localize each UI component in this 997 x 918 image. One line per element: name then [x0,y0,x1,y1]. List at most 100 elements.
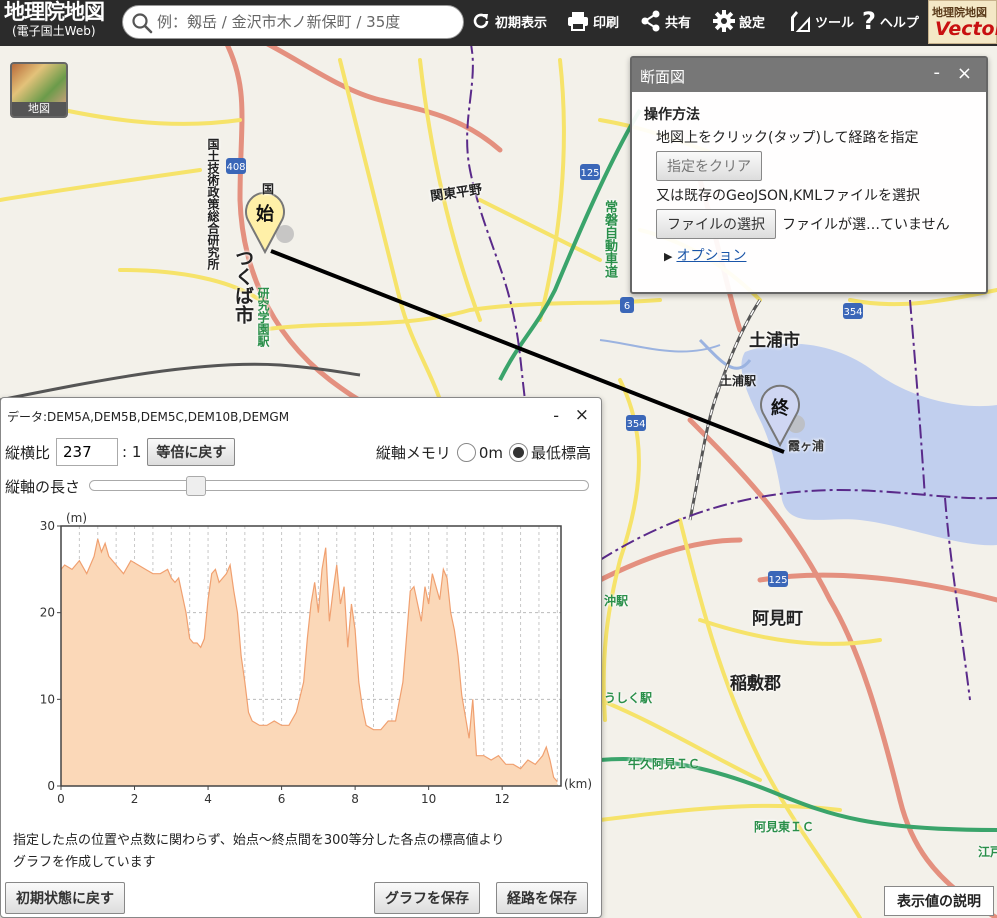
aspect-ratio-suffix: : 1 [122,443,142,461]
memory-min-radio[interactable] [508,443,528,462]
profile-close-button[interactable]: × [957,63,972,84]
app-logo[interactable]: 地理院地図 (電子国土Web) [4,2,116,44]
aspect-ratio-input[interactable] [56,438,119,466]
label-tsuchiura-station: 土浦駅 [720,374,757,388]
y-axis-unit: (m) [66,511,87,525]
elevation-graph-panel: データ:DEM5A,DEM5B,DEM5C,DEM10B,DEMGM - × 縦… [0,397,602,918]
print-button[interactable]: 印刷 [566,0,619,42]
vector-brand-button[interactable]: 地理院地図 Vector [928,0,997,44]
profile-panel: 断面図 - × 操作方法 地図上をクリック(タップ)して経路を指定 指定をクリア… [630,56,988,294]
tools-button[interactable]: ツール [788,0,854,42]
top-toolbar: 地理院地図 (電子国土Web) 初期表示 印刷 共有 [0,0,997,46]
elevation-chart-svg: 0 10 20 30 0 2 4 6 8 10 12 (m) (km) [40,511,592,806]
gear-icon [713,10,735,32]
help-label: ヘルプ [879,15,919,31]
elevation-chart: 0 10 20 30 0 2 4 6 8 10 12 (m) (km) [31,510,596,814]
share-button[interactable]: 共有 [640,0,691,42]
caret-right-icon: ▶ [664,250,673,263]
route-125b-label: 125 [768,575,787,586]
options-link[interactable]: オプション [676,248,746,264]
operation-heading: 操作方法 [644,107,700,123]
y-tick-label: 0 [47,779,55,793]
axis-length-label: 縦軸の長さ [5,478,81,496]
profile-minimize-button[interactable]: - [934,62,941,83]
memory-min-label: 最低標高 [530,444,591,462]
reset-view-button[interactable]: 初期表示 [470,0,547,42]
file-status-text: ファイルが選…ていません [782,217,950,233]
label-ami-town: 阿見町 [752,609,803,629]
reset-view-label: 初期表示 [495,15,548,31]
graph-note: 指定した点の位置や点数に関わらず、始点～終点間を300等分した各点の標高値より … [13,830,603,874]
label-amihigashi-ic: 阿見東ＩＣ [754,820,815,834]
ratio-reset-button[interactable]: 等倍に戻す [147,438,236,466]
y-tick-label: 10 [40,692,55,706]
route-354b-label: 354 [626,419,645,430]
profile-panel-body: 操作方法 地図上をクリック(タップ)して経路を指定 指定をクリア 又は既存のGe… [632,92,986,265]
layer-thumbnail [12,64,66,104]
graph-note-line2: グラフを作成しています [13,855,156,870]
x-tick-label: 8 [351,792,359,806]
help-button[interactable]: ? ヘルプ [862,0,919,42]
search-input[interactable] [157,11,457,33]
help-icon: ? [862,7,876,35]
layer-label: 地図 [12,102,66,116]
x-tick-label: 4 [204,792,212,806]
axis-length-slider[interactable] [89,476,589,496]
graph-minimize-button[interactable]: - [553,406,559,425]
settings-button[interactable]: 設定 [712,0,765,42]
label-institute: 国土技術政策総合研究所 [206,138,220,270]
label-ushiku-station: うしく駅 [604,691,653,705]
settings-label: 設定 [739,15,766,31]
layer-switch-button[interactable]: 地図 [10,62,68,118]
printer-icon [568,12,588,31]
svg-text:終: 終 [771,397,790,419]
options-row[interactable]: ▶ オプション [664,245,976,265]
svg-text:始: 始 [256,203,274,225]
tools-label: ツール [815,15,855,31]
vertical-axis-memory: 縦軸メモリ 0m 最低標高 [376,442,591,463]
route-6-label: 6 [624,301,630,312]
label-oki-station: 沖駅 [604,594,629,608]
axis-length-slider-thumb[interactable] [186,476,206,496]
graph-close-button[interactable]: × [575,405,589,425]
share-label: 共有 [665,15,692,31]
label-edo: 江戸 [978,845,997,859]
graph-note-line1: 指定した点の位置や点数に関わらず、始点～終点間を300等分した各点の標高値より [13,833,505,848]
instruction-click: 地図上をクリック(タップ)して経路を指定 [656,130,919,146]
print-label: 印刷 [593,15,620,31]
instruction-file: 又は既存のGeoJSON,KMLファイルを選択 [656,188,921,204]
route-354-label: 354 [843,307,862,318]
search-box[interactable] [122,5,464,39]
x-tick-label: 10 [421,792,436,806]
route-408-label: 408 [226,162,245,173]
label-tsukuba-city: つくば市 [232,248,254,324]
label-kuni: 国 [262,182,275,196]
reset-state-button[interactable]: 初期状態に戻す [5,882,125,914]
explain-values-button[interactable]: 表示値の説明 [884,886,994,916]
x-tick-label: 12 [495,792,510,806]
logo-title: 地理院地図 [4,0,105,24]
memory-0m-label: 0m [478,443,503,462]
label-kenkyu-gakuen: 研究学園駅 [256,287,270,347]
file-select-button[interactable]: ファイルの選択 [656,209,776,239]
clear-route-button[interactable]: 指定をクリア [656,151,762,181]
logo-subtitle: (電子国土Web) [12,24,96,38]
profile-panel-header[interactable]: 断面図 - × [632,58,986,92]
save-route-button[interactable]: 経路を保存 [496,882,588,914]
search-icon [132,13,153,34]
aspect-ratio-label: 縦横比 [5,443,51,462]
memory-label: 縦軸メモリ [375,444,451,462]
data-source-text: データ:DEM5A,DEM5B,DEM5C,DEM10B,DEMGM [7,410,290,424]
ruler-tools-icon [791,11,810,32]
save-graph-button[interactable]: グラフを保存 [374,882,480,914]
y-tick-label: 30 [40,519,55,533]
refresh-icon [473,13,489,29]
x-tick-label: 2 [131,792,139,806]
memory-0m-radio[interactable] [456,443,476,462]
share-icon [641,10,660,32]
graph-panel-header[interactable]: データ:DEM5A,DEM5B,DEM5C,DEM10B,DEMGM - × [1,398,601,434]
label-kasumigaura: 霞ヶ浦 [788,439,825,453]
x-tick-label: 0 [57,792,65,806]
x-axis-unit: (km) [564,777,592,791]
label-tsuchiura-city: 土浦市 [749,331,800,351]
